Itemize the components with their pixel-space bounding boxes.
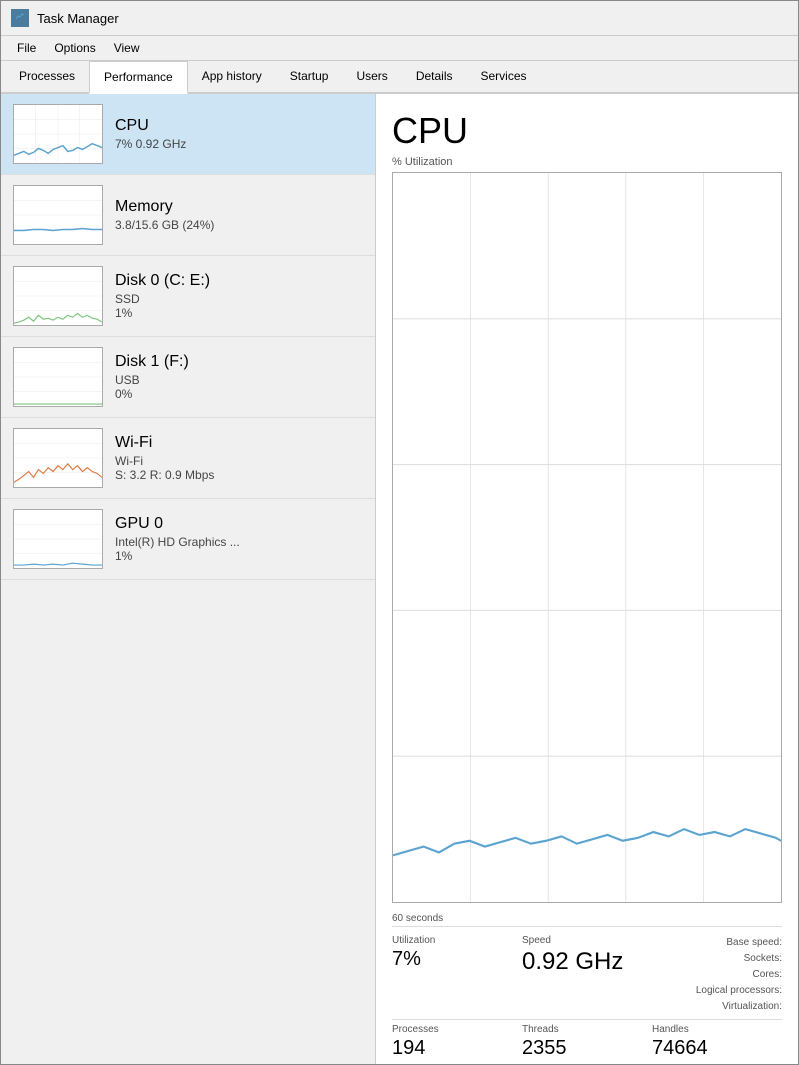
chart-label: % Utilization [392, 156, 782, 168]
disk1-label: Disk 1 (F:) [115, 353, 363, 371]
sidebar-item-memory[interactable]: Memory 3.8/15.6 GB (24%) [1, 175, 375, 256]
stat-speed: Speed 0.92 GHz [522, 935, 652, 1015]
base-speed-label: Base speed: [726, 937, 782, 948]
tab-users[interactable]: Users [342, 61, 401, 92]
disk1-sub2: 0% [115, 387, 363, 401]
cpu-mini-chart [13, 104, 103, 164]
sidebar-item-disk1[interactable]: Disk 1 (F:) USB 0% [1, 337, 375, 418]
memory-sub: 3.8/15.6 GB (24%) [115, 218, 363, 232]
menu-file[interactable]: File [9, 38, 44, 58]
menu-bar: File Options View [1, 36, 798, 61]
sockets-label: Sockets: [744, 953, 782, 964]
utilization-value: 7% [392, 948, 522, 971]
handles-value: 74664 [652, 1037, 782, 1060]
disk1-mini-chart [13, 347, 103, 407]
gpu0-label: GPU 0 [115, 515, 363, 533]
cpu-info: CPU 7% 0.92 GHz [115, 117, 363, 151]
app-icon [11, 9, 29, 27]
disk0-sub1: SSD [115, 292, 363, 306]
sidebar: CPU 7% 0.92 GHz Memory [1, 94, 376, 1064]
main-panel: CPU % Utilization [376, 94, 798, 1064]
handles-label: Handles [652, 1024, 782, 1035]
window-title: Task Manager [37, 11, 119, 26]
tab-apphistory[interactable]: App history [188, 61, 276, 92]
sidebar-item-disk0[interactable]: Disk 0 (C: E:) SSD 1% [1, 256, 375, 337]
tab-details[interactable]: Details [402, 61, 467, 92]
stat-handles: Handles 74664 [652, 1024, 782, 1060]
wifi-info: Wi-Fi Wi-Fi S: 3.2 R: 0.9 Mbps [115, 434, 363, 482]
right-stats: Base speed: Sockets: Cores: Logical proc… [652, 935, 782, 1015]
speed-label: Speed [522, 935, 652, 946]
disk0-sub2: 1% [115, 306, 363, 320]
main-title: CPU [392, 110, 782, 152]
title-bar: Task Manager [1, 1, 798, 36]
disk0-info: Disk 0 (C: E:) SSD 1% [115, 272, 363, 320]
threads-value: 2355 [522, 1037, 652, 1060]
speed-value: 0.92 GHz [522, 948, 652, 976]
disk0-mini-chart [13, 266, 103, 326]
memory-label: Memory [115, 198, 363, 216]
cpu-sub: 7% 0.92 GHz [115, 137, 363, 151]
disk1-sub1: USB [115, 373, 363, 387]
utilization-label: Utilization [392, 935, 522, 946]
gpu0-info: GPU 0 Intel(R) HD Graphics ... 1% [115, 515, 363, 563]
sidebar-item-gpu0[interactable]: GPU 0 Intel(R) HD Graphics ... 1% [1, 499, 375, 580]
tab-performance[interactable]: Performance [89, 61, 188, 94]
wifi-mini-chart [13, 428, 103, 488]
main-content: CPU 7% 0.92 GHz Memory [1, 94, 798, 1064]
stat-threads: Threads 2355 [522, 1024, 652, 1060]
tab-processes[interactable]: Processes [5, 61, 89, 92]
memory-info: Memory 3.8/15.6 GB (24%) [115, 198, 363, 232]
wifi-label: Wi-Fi [115, 434, 363, 452]
stat-right: Base speed: Sockets: Cores: Logical proc… [652, 935, 782, 1015]
processes-value: 194 [392, 1037, 522, 1060]
processes-label: Processes [392, 1024, 522, 1035]
gpu0-mini-chart [13, 509, 103, 569]
gpu0-sub1: Intel(R) HD Graphics ... [115, 535, 363, 549]
sidebar-item-wifi[interactable]: Wi-Fi Wi-Fi S: 3.2 R: 0.9 Mbps [1, 418, 375, 499]
disk0-label: Disk 0 (C: E:) [115, 272, 363, 290]
task-manager-window: Task Manager File Options View Processes… [0, 0, 799, 1065]
stats-row: Utilization 7% Speed 0.92 GHz Base speed… [392, 926, 782, 1019]
cpu-graph [392, 172, 782, 903]
menu-options[interactable]: Options [46, 38, 103, 58]
memory-mini-chart [13, 185, 103, 245]
time-label: 60 seconds [392, 911, 782, 926]
disk1-info: Disk 1 (F:) USB 0% [115, 353, 363, 401]
cpu-label: CPU [115, 117, 363, 135]
stat-utilization: Utilization 7% [392, 935, 522, 1015]
stats-row-2: Processes 194 Threads 2355 Handles 74664 [392, 1019, 782, 1064]
gpu0-sub2: 1% [115, 549, 363, 563]
logical-label: Logical processors: [696, 985, 782, 996]
sidebar-item-cpu[interactable]: CPU 7% 0.92 GHz [1, 94, 375, 175]
virtualization-label: Virtualization: [722, 1001, 782, 1012]
wifi-sub2: S: 3.2 R: 0.9 Mbps [115, 468, 363, 482]
cores-label: Cores: [753, 969, 782, 980]
menu-view[interactable]: View [106, 38, 148, 58]
stat-processes: Processes 194 [392, 1024, 522, 1060]
threads-label: Threads [522, 1024, 652, 1035]
wifi-sub1: Wi-Fi [115, 454, 363, 468]
tab-services[interactable]: Services [467, 61, 541, 92]
tab-startup[interactable]: Startup [276, 61, 343, 92]
tabs-bar: Processes Performance App history Startu… [1, 61, 798, 94]
